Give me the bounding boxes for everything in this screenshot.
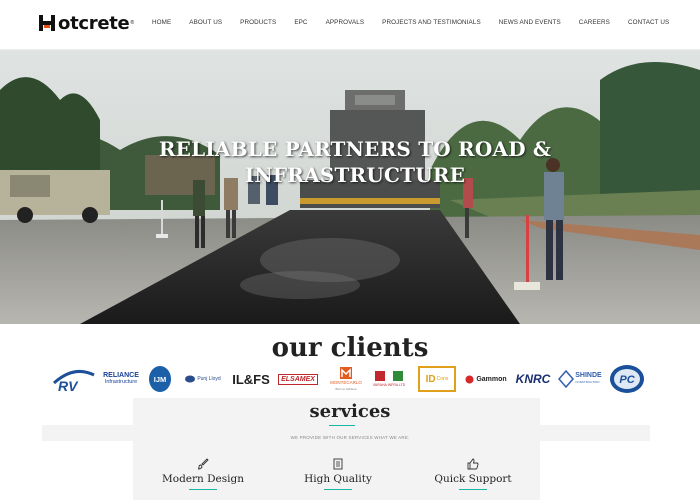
client-montecarlo-tagline: Born to Achieve	[335, 387, 357, 391]
client-varaha-name: VARAHA INFRA LTD	[372, 383, 406, 387]
client-logo-ilfs[interactable]: IL&FS	[228, 363, 274, 395]
feature-quick-support-underline	[459, 489, 487, 490]
feature-high-quality: High Quality	[283, 458, 393, 490]
services-heading-underline	[329, 425, 355, 426]
feature-quick-support-label: Quick Support	[434, 473, 512, 485]
hero-banner: RELIABLE PARTNERS TO ROAD & INFRASTRUCTU…	[0, 50, 700, 324]
client-logo-gammon[interactable]: Gammon	[462, 363, 510, 395]
client-punj-lloyd-name: Punj Lloyd	[197, 376, 221, 382]
hero-headline-line2: INFRASTRUCTURE	[244, 163, 466, 187]
logo-h-icon	[39, 15, 55, 31]
client-shinde-text: SHINDE CONSTRUCTION	[575, 372, 601, 385]
pc-logo-icon: PC	[610, 365, 644, 393]
client-ilfs-name: IL&FS	[232, 371, 270, 387]
nav-about-us[interactable]: ABOUT US	[189, 19, 222, 26]
services-subtitle: WE PROVIDE WITH OUR SERVICES WHAT WE ARE…	[290, 435, 410, 440]
client-reliance-sub: Infrastructure	[104, 379, 138, 385]
id-cons-frame: ID Cons	[418, 366, 456, 392]
main-nav: HOME ABOUT US PRODUCTS EPC APPROVALS PRO…	[152, 19, 687, 26]
client-logo-varaha[interactable]: VARAHA INFRA LTD	[370, 363, 408, 395]
site-header: otcrete ® HOME ABOUT US PRODUCTS EPC APP…	[0, 0, 700, 50]
client-logo-knrc[interactable]: KNRC	[512, 363, 554, 395]
logo-registered-mark: ®	[130, 20, 135, 26]
feature-modern-design-label: Modern Design	[162, 473, 244, 485]
client-elsamex-name: ELSAMEX	[278, 373, 318, 385]
punj-lloyd-mark-icon	[185, 375, 196, 383]
feature-quick-support: Quick Support	[418, 458, 528, 490]
client-gammon-name: Gammon	[476, 375, 507, 383]
feature-modern-design-underline	[189, 489, 217, 490]
client-logo-rv[interactable]: RV	[52, 363, 96, 395]
clients-logo-row: RV RELIANCE Infrastructure IJM Punj Lloy…	[50, 363, 650, 395]
rv-logo-icon: RV	[52, 369, 95, 394]
nav-projects-testimonials[interactable]: PROJECTS AND TESTIMONIALS	[382, 19, 481, 26]
paint-brush-icon	[197, 458, 209, 470]
client-rv-text: RV	[58, 378, 79, 394]
thumbs-up-icon	[467, 458, 479, 470]
gammon-mark-icon	[465, 375, 474, 383]
client-ijm-text: IJM	[154, 375, 167, 384]
client-logo-elsamex[interactable]: ELSAMEX	[278, 363, 318, 395]
services-heading: services	[309, 401, 391, 422]
client-reliance-name: RELIANCE	[103, 372, 139, 379]
nav-home[interactable]: HOME	[152, 19, 171, 26]
page: otcrete ® HOME ABOUT US PRODUCTS EPC APP…	[0, 0, 700, 500]
client-logo-punj-lloyd[interactable]: Punj Lloyd	[182, 363, 224, 395]
nav-news-events[interactable]: NEWS AND EVENTS	[499, 19, 561, 26]
logo-text: otcrete	[58, 12, 130, 34]
shinde-mark-icon	[558, 370, 575, 388]
nav-approvals[interactable]: APPROVALS	[326, 19, 365, 26]
client-id-cons-mark: ID	[425, 373, 436, 385]
client-logo-reliance[interactable]: RELIANCE Infrastructure	[98, 363, 144, 395]
hotcrete-logo[interactable]: otcrete ®	[37, 12, 134, 34]
ijm-logo-icon: IJM	[149, 366, 171, 392]
nav-contact-us[interactable]: CONTACT US	[628, 19, 669, 26]
client-logo-pc[interactable]: PC	[608, 363, 646, 395]
montecarlo-mark-icon	[340, 367, 352, 379]
client-logo-id-cons[interactable]: ID Cons	[418, 363, 456, 395]
feature-modern-design: Modern Design	[148, 458, 258, 490]
document-icon	[333, 458, 343, 470]
client-logo-montecarlo[interactable]: MONTECARLO Born to Achieve	[326, 363, 366, 395]
client-logo-ijm[interactable]: IJM	[148, 363, 172, 395]
varaha-mark-icon	[375, 371, 403, 381]
client-id-cons-name: Cons	[436, 376, 449, 382]
nav-epc[interactable]: EPC	[294, 19, 307, 26]
feature-high-quality-underline	[324, 489, 352, 490]
nav-careers[interactable]: CAREERS	[579, 19, 610, 26]
clients-heading: our clients	[271, 333, 429, 363]
hero-headline: RELIABLE PARTNERS TO ROAD & INFRASTRUCTU…	[100, 136, 610, 188]
client-logo-shinde[interactable]: SHINDE CONSTRUCTION	[556, 363, 604, 395]
client-pc-text: PC	[619, 374, 635, 386]
feature-high-quality-label: High Quality	[304, 473, 372, 485]
client-shinde-sub: CONSTRUCTION	[575, 380, 600, 384]
nav-products[interactable]: PRODUCTS	[240, 19, 276, 26]
client-knrc-name: KNRC	[515, 372, 551, 386]
hero-headline-line1: RELIABLE PARTNERS TO ROAD &	[158, 137, 552, 161]
